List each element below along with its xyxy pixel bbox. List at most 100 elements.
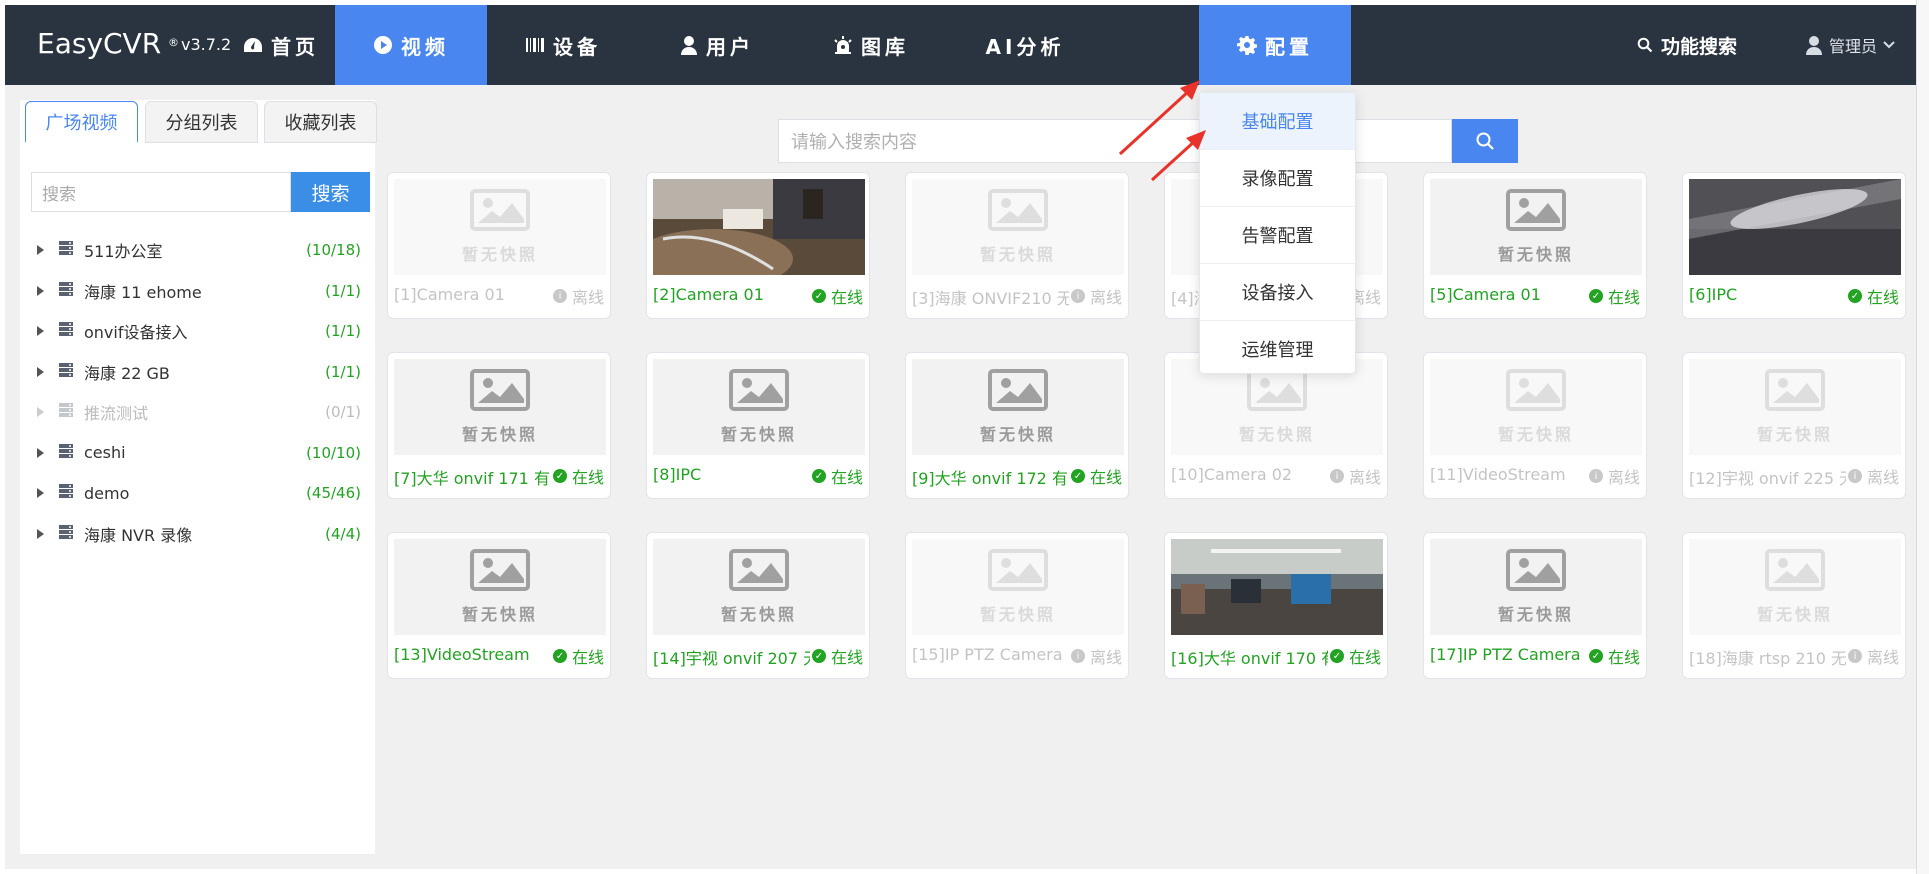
camera-card[interactable]: 暂无快照 [7]大华 onvif 171 有录像✓ 在线 xyxy=(387,352,611,499)
status-text: 在线 xyxy=(1866,288,1899,307)
camera-thumbnail[interactable]: 暂无快照 xyxy=(1430,179,1642,275)
camera-card[interactable]: 暂无快照 [14]宇视 onvif 207 无... ✓ 在线 xyxy=(646,532,870,679)
tree-item[interactable]: onvif设备接入 (1/1) xyxy=(31,316,361,346)
camera-card[interactable]: 暂无快照 [13]VideoStream ✓ 在线 xyxy=(387,532,611,679)
tree-item[interactable]: 海康 11 ehome (1/1) xyxy=(31,276,361,306)
dropdown-item[interactable]: 运维管理 xyxy=(1200,321,1355,377)
camera-thumbnail[interactable] xyxy=(1689,179,1901,275)
brand-logo[interactable]: EasyCVR xyxy=(37,27,161,60)
tree-item[interactable]: 海康 22 GB (1/1) xyxy=(31,357,361,387)
camera-thumbnail[interactable]: 暂无快照 xyxy=(653,359,865,455)
status-text: 离线 xyxy=(1089,288,1122,307)
caret-right-icon[interactable] xyxy=(37,285,44,296)
camera-card[interactable]: 暂无快照 [9]大华 onvif 172 有录像✓ 在线 xyxy=(905,352,1129,499)
camera-status: i 离线 xyxy=(550,285,604,307)
user-icon xyxy=(681,36,697,55)
dropdown-item[interactable]: 告警配置 xyxy=(1200,207,1355,264)
nav-ai-label: AI分析 xyxy=(985,34,1065,59)
nav-users[interactable]: 用户 xyxy=(641,5,793,85)
caret-right-icon[interactable] xyxy=(37,447,44,458)
camera-card[interactable]: 暂无快照 [11]VideoStream i 离线 xyxy=(1423,352,1647,499)
tree-item[interactable]: 海康 NVR 录像 (4/4) xyxy=(31,519,361,549)
camera-thumbnail[interactable]: 暂无快照 xyxy=(912,179,1124,275)
main-search-button[interactable] xyxy=(1452,119,1518,163)
camera-status: ✓ 在线 xyxy=(550,645,604,667)
camera-thumbnail[interactable]: 暂无快照 xyxy=(394,359,606,455)
tree-item[interactable]: 推流测试 (0/1) xyxy=(31,397,361,427)
nav-ai-analysis[interactable]: AI分析 xyxy=(949,5,1101,85)
search-icon xyxy=(1476,132,1494,150)
camera-name: [14]宇视 onvif 207 无... xyxy=(653,649,818,667)
camera-card[interactable]: [16]大华 onvif 170 有... ✓ 在线 xyxy=(1164,532,1388,679)
nav-gallery-label: 图库 xyxy=(861,34,909,59)
no-snapshot-placeholder: 暂无快照 xyxy=(394,539,606,635)
nav-config[interactable]: 配置 xyxy=(1199,5,1351,85)
dropdown-item[interactable]: 录像配置 xyxy=(1200,150,1355,207)
camera-thumbnail[interactable] xyxy=(653,179,865,275)
dropdown-item[interactable]: 基础配置 xyxy=(1200,93,1355,150)
nav-devices[interactable]: 设备 xyxy=(487,5,639,85)
camera-status: i 离线 xyxy=(1845,645,1899,667)
camera-thumbnail[interactable]: 暂无快照 xyxy=(394,179,606,275)
tab-square-video[interactable]: 广场视频 xyxy=(25,101,138,143)
tree-item[interactable]: demo (45/46) xyxy=(31,478,361,508)
camera-status: ✓ 在线 xyxy=(1327,645,1381,667)
camera-name: [5]Camera 01 xyxy=(1430,285,1541,304)
camera-status: i 离线 xyxy=(1586,465,1640,487)
sidebar-search-button[interactable]: 搜索 xyxy=(291,172,370,212)
tab-group-list[interactable]: 分组列表 xyxy=(145,101,258,143)
camera-card[interactable]: 暂无快照 [15]IP PTZ Camera i 离线 xyxy=(905,532,1129,679)
camera-card[interactable]: 暂无快照 [12]宇视 onvif 225 无... i 离线 xyxy=(1682,352,1906,499)
camera-card[interactable]: 暂无快照 [18]海康 rtsp 210 无录像i 离线 xyxy=(1682,532,1906,679)
nav-gallery[interactable]: 图库 xyxy=(795,5,947,85)
status-text: 离线 xyxy=(1089,648,1122,667)
camera-card[interactable]: [2]Camera 01 ✓ 在线 xyxy=(646,172,870,319)
camera-thumbnail[interactable]: 暂无快照 xyxy=(1430,359,1642,455)
caret-right-icon[interactable] xyxy=(37,245,44,255)
tab-favorites[interactable]: 收藏列表 xyxy=(264,101,377,143)
sidebar-search-input[interactable]: 搜索 xyxy=(31,172,291,212)
caret-right-icon[interactable] xyxy=(37,407,44,417)
caret-right-icon[interactable] xyxy=(37,326,44,336)
camera-thumbnail[interactable]: 暂无快照 xyxy=(1689,539,1901,635)
device-group-icon xyxy=(58,524,74,544)
nav-video[interactable]: 视频 xyxy=(335,5,487,85)
sidebar-panel xyxy=(20,100,375,854)
dropdown-item[interactable]: 设备接入 xyxy=(1200,264,1355,321)
device-group-icon xyxy=(58,321,74,341)
status-text: 在线 xyxy=(1089,468,1122,487)
no-snapshot-placeholder: 暂无快照 xyxy=(912,359,1124,455)
camera-thumbnail[interactable]: 暂无快照 xyxy=(394,539,606,635)
camera-card[interactable]: [6]IPC ✓ 在线 xyxy=(1682,172,1906,319)
caret-right-icon[interactable] xyxy=(37,528,44,539)
feature-search-button[interactable]: 功能搜索 xyxy=(1637,29,1737,61)
camera-thumbnail[interactable]: 暂无快照 xyxy=(1689,359,1901,455)
camera-card[interactable]: 暂无快照 [1]Camera 01 i 离线 xyxy=(387,172,611,319)
no-snapshot-text: 暂无快照 xyxy=(1756,605,1833,624)
tree-item-label: 海康 11 ehome xyxy=(84,282,202,302)
camera-name: [18]海康 rtsp 210 无录像 xyxy=(1689,649,1854,667)
caret-right-icon[interactable] xyxy=(37,366,44,377)
play-circle-icon xyxy=(374,36,392,54)
tree-item[interactable]: 511办公室 (10/18) xyxy=(31,235,361,265)
image-placeholder-icon xyxy=(1765,369,1825,415)
check-circle-icon: ✓ xyxy=(1588,649,1603,663)
camera-thumbnail[interactable]: 暂无快照 xyxy=(653,539,865,635)
camera-name: [11]VideoStream xyxy=(1430,465,1566,484)
no-snapshot-placeholder: 暂无快照 xyxy=(1689,359,1901,455)
nav-users-label: 用户 xyxy=(706,34,754,59)
camera-thumbnail[interactable]: 暂无快照 xyxy=(912,539,1124,635)
camera-card[interactable]: 暂无快照 [8]IPC ✓ 在线 xyxy=(646,352,870,499)
camera-card[interactable]: 暂无快照 [17]IP PTZ Camera ✓ 在线 xyxy=(1423,532,1647,679)
camera-name: [6]IPC xyxy=(1689,285,1738,304)
camera-thumbnail[interactable] xyxy=(1171,539,1383,635)
camera-thumbnail[interactable]: 暂无快照 xyxy=(912,359,1124,455)
camera-card[interactable]: 暂无快照 [5]Camera 01 ✓ 在线 xyxy=(1423,172,1647,319)
camera-thumbnail[interactable]: 暂无快照 xyxy=(1430,539,1642,635)
camera-card[interactable]: 暂无快照 [3]海康 ONVIF210 无... i 离线 xyxy=(905,172,1129,319)
user-name: 管理员 xyxy=(1829,37,1878,56)
tree-item[interactable]: ceshi (10/10) xyxy=(31,438,361,468)
caret-right-icon[interactable] xyxy=(37,488,44,498)
user-menu[interactable]: 管理员 xyxy=(1805,31,1895,59)
camera-status: ✓ 在线 xyxy=(1068,465,1122,487)
